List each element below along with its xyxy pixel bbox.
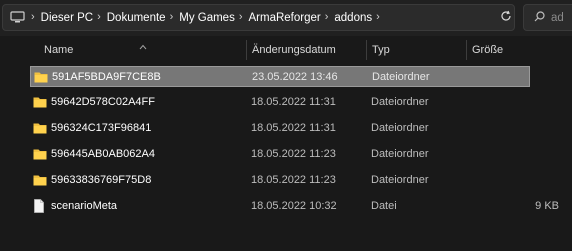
file-date: 18.05.2022 11:23 [251, 148, 336, 160]
file-date: 23.05.2022 13:46 [252, 71, 338, 83]
chevron-right-icon[interactable]: › [170, 12, 174, 23]
file-row[interactable]: 596324C173F96841 18.05.2022 11:31 Dateio… [30, 118, 530, 139]
column-header-date[interactable]: Änderungsdatum [252, 44, 336, 56]
chevron-right-icon[interactable]: › [239, 12, 243, 23]
breadcrumb-addons[interactable]: addons [334, 12, 372, 24]
column-divider[interactable] [246, 40, 247, 60]
file-date: 18.05.2022 11:31 [251, 96, 336, 108]
file-type: Dateiordner [371, 174, 429, 186]
file-name: 59642D578C02A4FF [51, 96, 155, 108]
file-date: 18.05.2022 11:31 [251, 122, 336, 134]
refresh-icon [500, 9, 512, 27]
file-row[interactable]: 59642D578C02A4FF 18.05.2022 11:31 Dateio… [30, 92, 530, 113]
folder-icon [33, 121, 47, 135]
file-row[interactable]: scenarioMeta 18.05.2022 10:32 Datei 9 KB [30, 196, 559, 217]
file-name: 596445AB0AB062A4 [51, 148, 155, 160]
file-type: Dateiordner [371, 96, 429, 108]
folder-icon [34, 70, 48, 84]
file-date: 18.05.2022 11:23 [251, 174, 336, 186]
chevron-right-icon: › [31, 11, 35, 23]
search-input[interactable]: ad [523, 4, 572, 31]
column-header-size[interactable]: Größe [472, 44, 503, 56]
chevron-right-icon[interactable]: › [97, 12, 101, 23]
chevron-right-icon[interactable]: › [325, 12, 329, 23]
monitor-icon [9, 11, 25, 25]
file-type: Dateiordner [371, 122, 429, 134]
file-type: Dateiordner [371, 148, 429, 160]
address-bar-row: › Dieser PC › Dokumente › My Games › Arm… [0, 0, 572, 36]
folder-icon [33, 147, 47, 161]
sort-ascending-icon [139, 37, 147, 50]
file-type: Datei [371, 200, 397, 212]
breadcrumb-armareforger[interactable]: ArmaReforger [249, 12, 321, 24]
search-icon [534, 9, 545, 27]
search-placeholder: ad [551, 11, 564, 24]
file-name: 596324C173F96841 [51, 122, 152, 134]
column-header-name[interactable]: Name [44, 44, 73, 56]
column-divider[interactable] [366, 40, 367, 60]
file-row[interactable]: 591AF5BDA9F7CE8B 23.05.2022 13:46 Dateio… [30, 66, 530, 87]
file-row[interactable]: 596445AB0AB062A4 18.05.2022 11:23 Dateio… [30, 144, 530, 165]
column-header-type[interactable]: Typ [372, 44, 390, 56]
file-name: 591AF5BDA9F7CE8B [52, 71, 161, 83]
file-size: 9 KB [535, 200, 559, 212]
file-name: scenarioMeta [51, 200, 118, 212]
breadcrumb-dokumente[interactable]: Dokumente [107, 12, 166, 24]
breadcrumb-my-games[interactable]: My Games [179, 12, 235, 24]
file-explorer-window: › Dieser PC › Dokumente › My Games › Arm… [0, 0, 572, 251]
file-name: 59633836769F75D8 [51, 174, 152, 186]
breadcrumb-dieser-pc[interactable]: Dieser PC [41, 12, 93, 24]
chevron-right-icon[interactable]: › [376, 12, 380, 23]
file-type: Dateiordner [372, 71, 430, 83]
refresh-button[interactable] [496, 4, 516, 31]
file-icon [33, 199, 47, 213]
address-bar[interactable]: › Dieser PC › Dokumente › My Games › Arm… [2, 4, 515, 31]
folder-icon [33, 95, 47, 109]
column-divider[interactable] [466, 40, 467, 60]
file-row[interactable]: 59633836769F75D8 18.05.2022 11:23 Dateio… [30, 170, 530, 191]
folder-icon [33, 173, 47, 187]
file-date: 18.05.2022 10:32 [251, 200, 337, 212]
